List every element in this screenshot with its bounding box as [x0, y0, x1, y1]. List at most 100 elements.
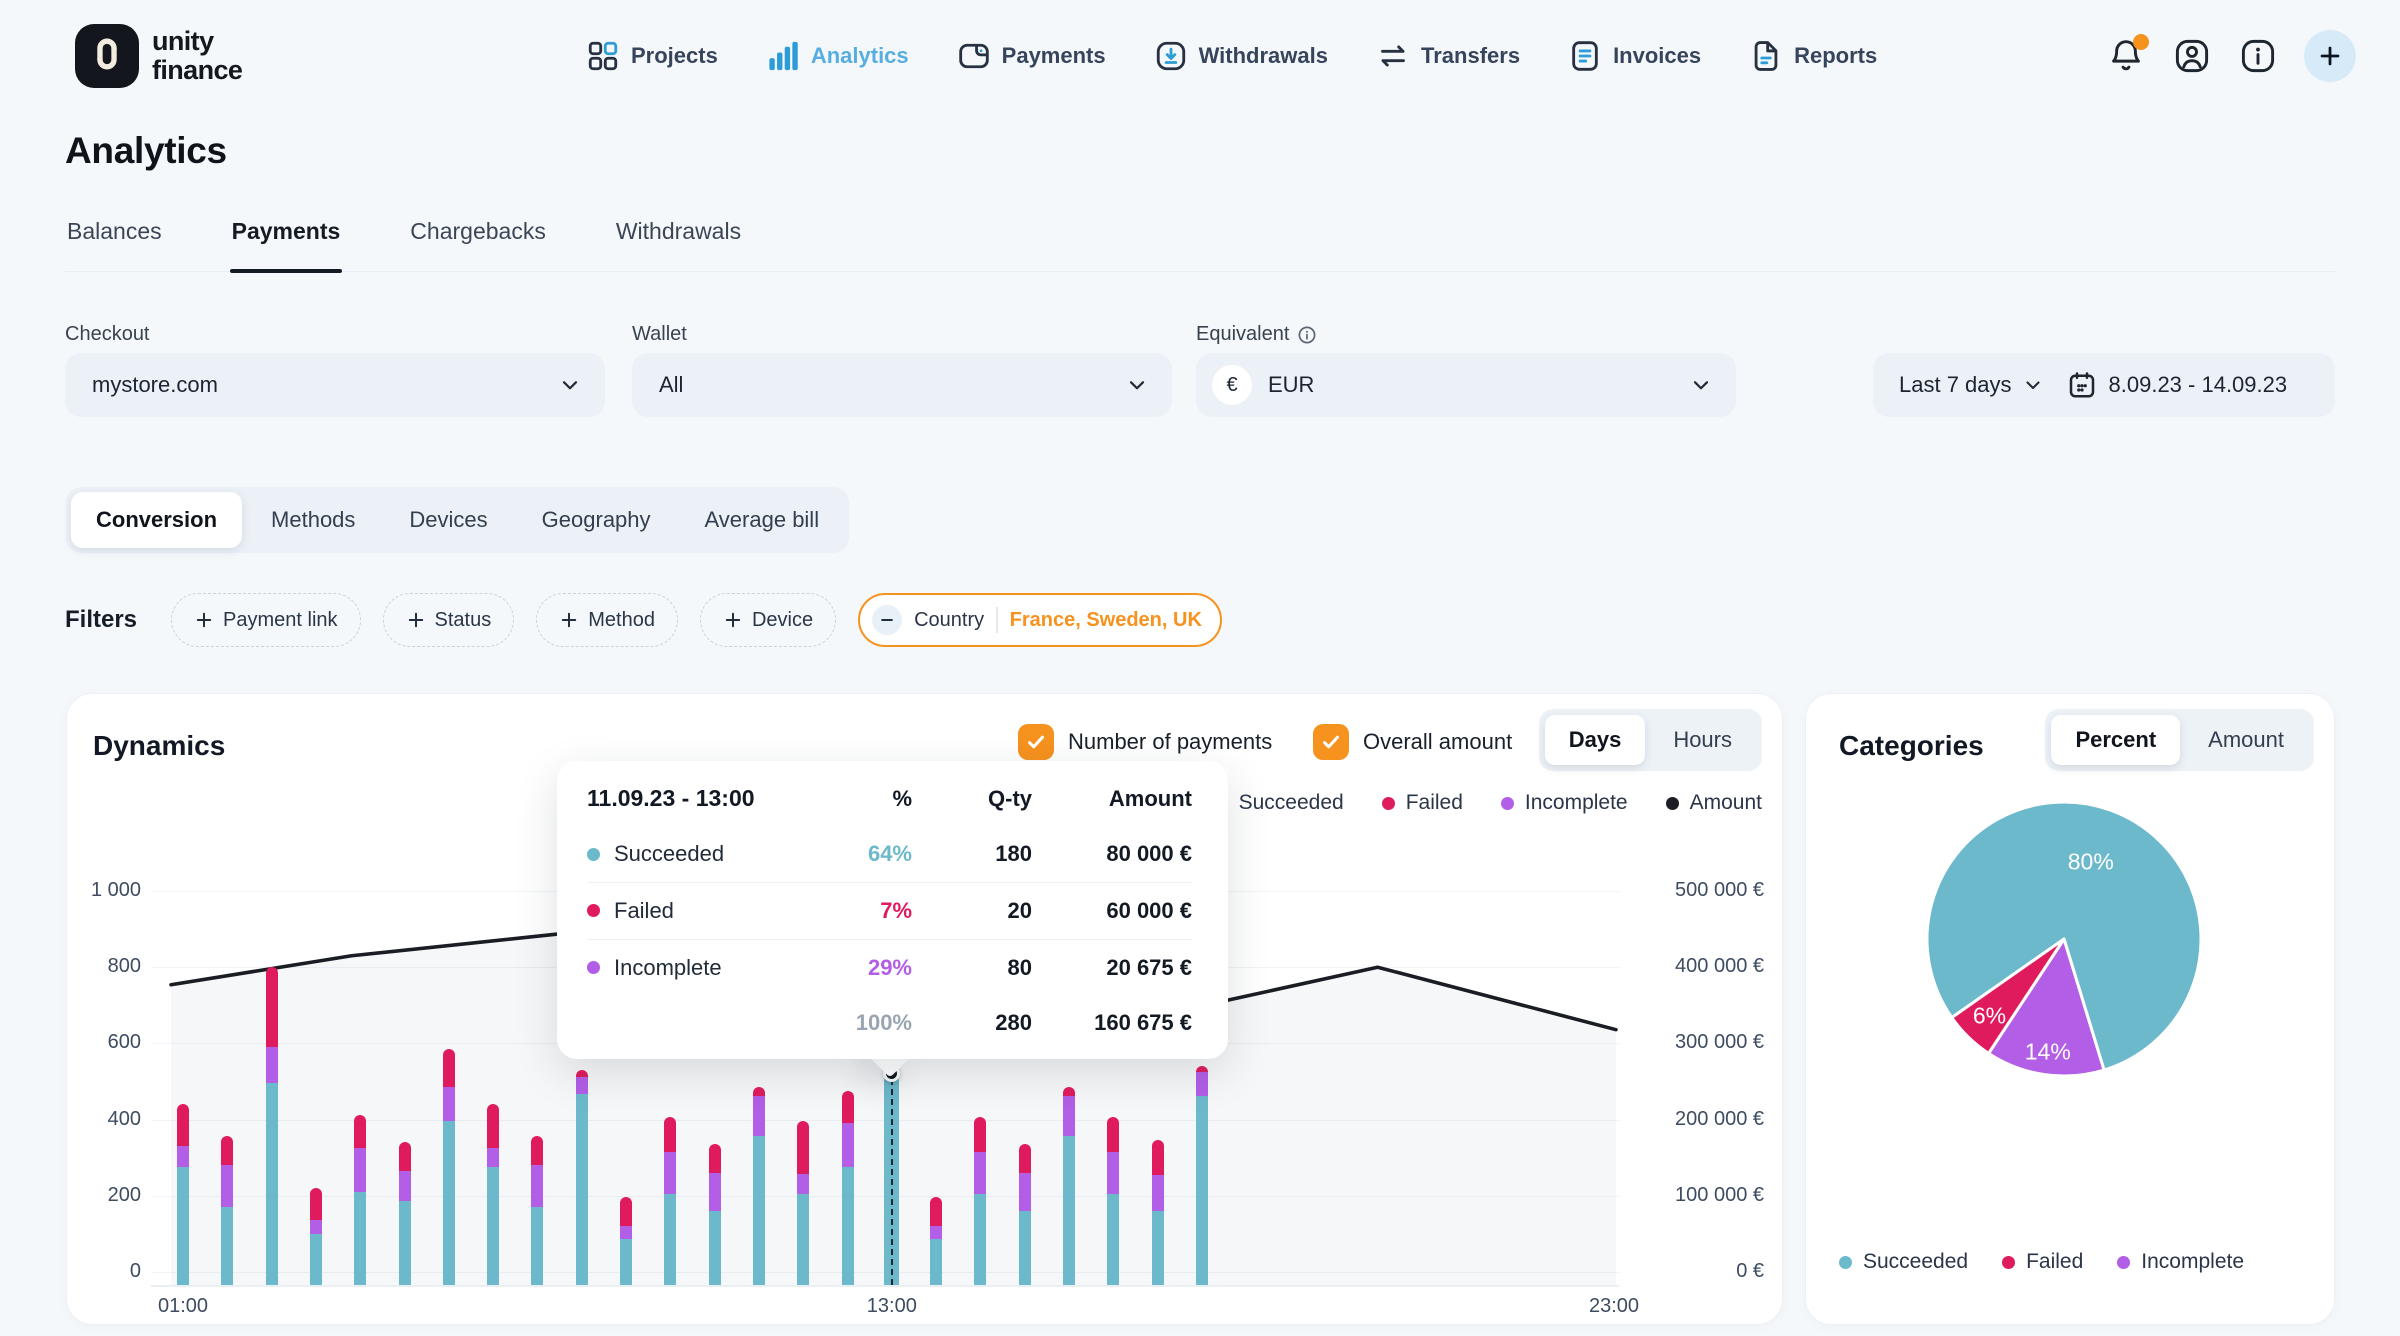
bar[interactable] — [310, 1188, 322, 1285]
failed-segment — [1107, 1117, 1119, 1151]
analytics-dashboard: unity finance Projects Analytics Payments W… — [0, 0, 2400, 1336]
nav-item-transfers[interactable]: Transfers — [1376, 39, 1520, 73]
bar[interactable] — [266, 967, 278, 1285]
tooltip-percent: 7% — [817, 898, 912, 924]
add-filter-method[interactable]: Method — [536, 593, 678, 647]
dynamics-card: Dynamics Number of payments Overall amou… — [66, 693, 1783, 1325]
succeeded-segment — [974, 1194, 986, 1285]
incomplete-segment — [930, 1226, 942, 1239]
view-tab-geography[interactable]: Geography — [517, 492, 676, 548]
logo-glyph-icon — [84, 31, 130, 82]
equivalent-select[interactable]: € EUR — [1196, 353, 1736, 417]
plus-icon — [2316, 42, 2344, 70]
failed-segment — [974, 1117, 986, 1151]
incomplete-segment — [709, 1173, 721, 1211]
brand-name: unity finance — [152, 27, 242, 85]
tab-withdrawals[interactable]: Withdrawals — [614, 214, 743, 271]
bar[interactable] — [487, 1104, 499, 1285]
failed-segment — [1019, 1144, 1031, 1173]
bar[interactable] — [576, 1070, 588, 1285]
nav-item-projects[interactable]: Projects — [586, 39, 718, 73]
remove-filter-icon[interactable] — [872, 605, 902, 635]
tab-label: Chargebacks — [410, 218, 546, 244]
tooltip-total-row: 100% 280 160 675 € — [587, 995, 1192, 1051]
nav-item-withdrawals[interactable]: Withdrawals — [1154, 39, 1328, 73]
bar[interactable] — [531, 1136, 543, 1285]
tooltip-row-failed: Failed7%2060 000 € — [587, 882, 1192, 939]
tab-balances[interactable]: Balances — [65, 214, 164, 271]
bar[interactable] — [443, 1049, 455, 1285]
nav-item-analytics[interactable]: Analytics — [766, 39, 909, 73]
tooltip-series-label: Succeeded — [614, 841, 724, 867]
nav-item-reports[interactable]: Reports — [1749, 39, 1877, 73]
succeeded-segment — [1107, 1194, 1119, 1285]
bar[interactable] — [709, 1144, 721, 1285]
chevron-down-icon — [1688, 372, 1714, 398]
notifications-button[interactable] — [2106, 36, 2146, 76]
incomplete-segment — [354, 1148, 366, 1192]
unity-finance-logo[interactable] — [75, 24, 139, 88]
view-tab-conversion[interactable]: Conversion — [71, 492, 242, 548]
categories-mode-amount[interactable]: Amount — [2184, 715, 2308, 765]
tooltip-header: 11.09.23 - 13:00 % Q-ty Amount — [587, 771, 1192, 827]
failed-segment — [310, 1188, 322, 1220]
categories-mode-percent[interactable]: Percent — [2051, 715, 2180, 765]
incomplete-segment — [487, 1148, 499, 1167]
failed-segment — [1152, 1140, 1164, 1174]
bar[interactable] — [620, 1197, 632, 1285]
bar[interactable] — [399, 1142, 411, 1285]
tab-payments[interactable]: Payments — [230, 214, 343, 271]
bar[interactable] — [1107, 1117, 1119, 1285]
bar[interactable] — [664, 1117, 676, 1285]
succeeded-segment — [1019, 1211, 1031, 1285]
failed-segment — [354, 1115, 366, 1147]
pie-slice-label: 6% — [1973, 1003, 2006, 1029]
view-tab-devices[interactable]: Devices — [384, 492, 512, 548]
view-tab-average-bill[interactable]: Average bill — [680, 492, 845, 548]
bar[interactable] — [177, 1104, 189, 1285]
add-filter-device[interactable]: Device — [700, 593, 836, 647]
nav-item-label: Payments — [1002, 43, 1106, 69]
failed-segment — [531, 1136, 543, 1165]
plus-small-icon — [194, 610, 214, 630]
bar[interactable] — [842, 1091, 854, 1285]
legend-item-incomplete: Incomplete — [2117, 1250, 2244, 1274]
tab-chargebacks[interactable]: Chargebacks — [408, 214, 548, 271]
add-button[interactable] — [2304, 30, 2356, 82]
equivalent-value: EUR — [1268, 372, 1314, 398]
info-circle-icon[interactable] — [1297, 325, 1317, 345]
bar[interactable] — [1152, 1140, 1164, 1285]
failed-segment — [266, 967, 278, 1047]
nav-actions — [2106, 0, 2356, 112]
tooltip-percent: 64% — [817, 841, 912, 867]
add-filter-status[interactable]: Status — [383, 593, 515, 647]
date-range-picker[interactable]: Last 7 days 8.09.23 - 14.09.23 — [1873, 353, 2335, 417]
legend-dot — [1839, 1256, 1852, 1269]
failed-segment — [399, 1142, 411, 1171]
bar[interactable] — [1063, 1087, 1075, 1285]
bar[interactable] — [797, 1121, 809, 1285]
failed-segment — [487, 1104, 499, 1148]
bar[interactable] — [1019, 1144, 1031, 1285]
view-tab-label: Geography — [542, 507, 651, 533]
nav-item-payments[interactable]: Payments — [957, 39, 1106, 73]
bar[interactable] — [930, 1197, 942, 1285]
bar[interactable] — [221, 1136, 233, 1285]
bar[interactable] — [354, 1115, 366, 1285]
y-axis-left-tick: 200 — [61, 1184, 141, 1207]
filter-value: France, Sweden, UK — [1010, 609, 1202, 632]
bar[interactable] — [1196, 1066, 1208, 1285]
incomplete-segment — [1019, 1173, 1031, 1211]
bar[interactable] — [974, 1117, 986, 1285]
tooltip-amount: 80 000 € — [1032, 841, 1192, 867]
country-filter-pill[interactable]: Country France, Sweden, UK — [858, 593, 1222, 647]
checkout-select[interactable]: mystore.com — [65, 353, 605, 417]
bar[interactable] — [753, 1087, 765, 1285]
account-button[interactable] — [2172, 36, 2212, 76]
help-button[interactable] — [2238, 36, 2278, 76]
wallet-select[interactable]: All — [632, 353, 1172, 417]
y-axis-right-tick: 500 000 € — [1627, 879, 1764, 902]
nav-item-invoices[interactable]: Invoices — [1568, 39, 1701, 73]
view-tab-methods[interactable]: Methods — [246, 492, 380, 548]
add-filter-payment-link[interactable]: Payment link — [171, 593, 361, 647]
